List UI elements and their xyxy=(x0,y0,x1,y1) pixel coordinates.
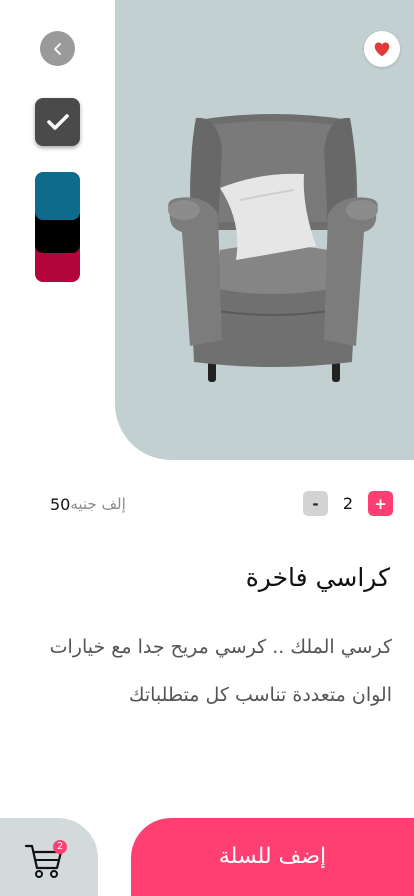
favorite-button[interactable] xyxy=(364,31,400,67)
price-unit: إلف جنيه xyxy=(70,495,126,513)
cart-button[interactable]: 2 xyxy=(0,818,98,896)
check-icon xyxy=(46,114,69,130)
price: 50 إلف جنيه xyxy=(50,491,134,517)
increase-quantity-button[interactable]: + xyxy=(368,491,393,516)
armchair-image xyxy=(168,114,378,382)
quantity-value: 2 xyxy=(342,494,354,513)
heart-icon xyxy=(374,42,390,57)
add-to-cart-button[interactable]: إضف للسلة xyxy=(131,818,414,896)
product-description: كرسي الملك .. كرسي مريح جدا مع خيارات ال… xyxy=(49,636,392,706)
chevron-left-icon xyxy=(53,42,61,55)
cart-count-badge: 2 xyxy=(53,840,67,854)
back-button[interactable] xyxy=(40,31,75,66)
color-swatch-blue[interactable] xyxy=(35,172,80,220)
decrease-quantity-button[interactable]: - xyxy=(303,491,328,516)
product-title: كراسي فاخرة xyxy=(245,563,390,592)
quantity-stepper: - 2 + xyxy=(303,491,393,516)
color-swatch-gray-selected[interactable] xyxy=(35,98,80,146)
price-value: 50 xyxy=(50,494,71,514)
